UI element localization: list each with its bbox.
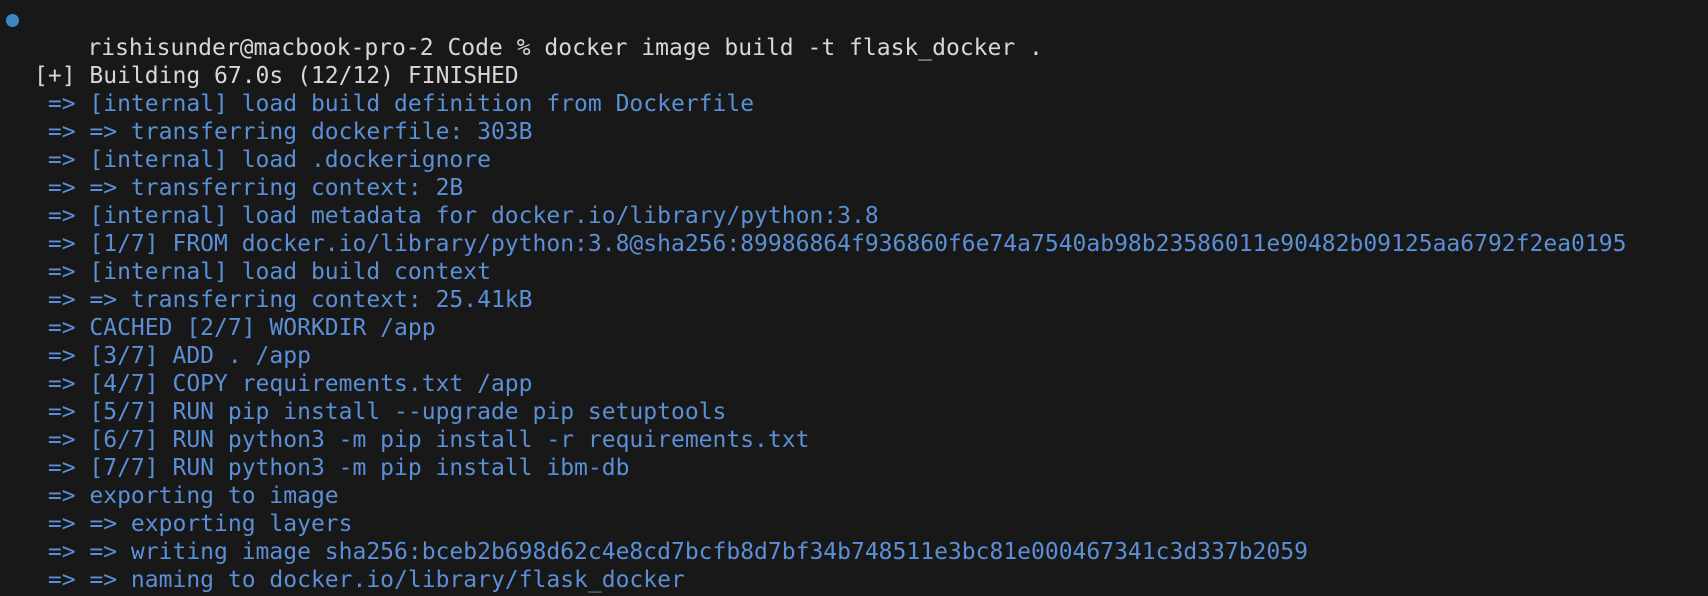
- build-step-line: => => writing image sha256:bceb2b698d62c…: [34, 539, 1308, 565]
- build-step-line: => [4/7] COPY requirements.txt /app: [34, 371, 533, 397]
- command-status-dot-icon[interactable]: [6, 14, 19, 27]
- build-step-line: => CACHED [2/7] WORKDIR /app: [34, 315, 436, 341]
- build-step-line: => => transferring dockerfile: 303B: [34, 119, 533, 145]
- build-step-line: => => transferring context: 25.41kB: [34, 287, 533, 313]
- build-step-line: => [internal] load metadata for docker.i…: [34, 203, 879, 229]
- terminal-output[interactable]: rishisunder@macbook-pro-2 Code % docker …: [0, 0, 1708, 596]
- build-step-line: => [internal] load build context: [34, 259, 491, 285]
- build-step-line: => => exporting layers: [34, 511, 353, 537]
- build-step-line: => [internal] load build definition from…: [34, 91, 755, 117]
- build-step-line: => exporting to image: [34, 483, 339, 509]
- build-step-line: => [1/7] FROM docker.io/library/python:3…: [34, 231, 1627, 257]
- command-prompt-line: rishisunder@macbook-pro-2 Code % docker …: [0, 6, 1708, 61]
- build-step-line: => [5/7] RUN pip install --upgrade pip s…: [34, 399, 727, 425]
- build-step-line: => [7/7] RUN python3 -m pip install ibm-…: [34, 455, 630, 481]
- build-step-line: => => transferring context: 2B: [34, 175, 464, 201]
- build-step-line: => [6/7] RUN python3 -m pip install -r r…: [34, 427, 810, 453]
- build-status-line: [+] Building 67.0s (12/12) FINISHED: [34, 63, 519, 89]
- build-step-line: => => naming to docker.io/library/flask_…: [34, 567, 685, 593]
- build-step-line: => [internal] load .dockerignore: [34, 147, 491, 173]
- build-step-line: => [3/7] ADD . /app: [34, 343, 311, 369]
